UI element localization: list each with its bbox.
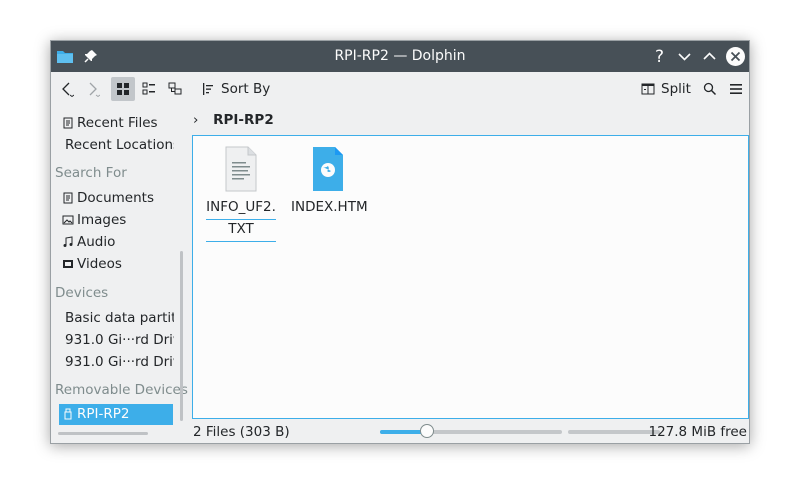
sidebar-item-hard-drive-2[interactable]: 931.0 Gi···rd Drive xyxy=(62,352,174,372)
search-button[interactable] xyxy=(699,77,721,101)
arrow-right-icon xyxy=(89,82,100,97)
back-button[interactable] xyxy=(56,77,78,101)
sidebar-item-basic-data-partition[interactable]: Basic data partition xyxy=(62,308,174,328)
sidebar-item-recent-files[interactable]: Recent Files xyxy=(62,113,158,133)
sort-icon xyxy=(203,83,213,95)
sidebar-vertical-scrollbar[interactable] xyxy=(180,251,183,421)
split-button[interactable]: Split xyxy=(641,77,693,101)
icons-view-icon xyxy=(117,83,129,95)
file-name-line2: TXT xyxy=(206,220,276,242)
sidebar-item-label: 931.0 Gi···rd Drive xyxy=(65,332,174,348)
compact-view-icon xyxy=(142,82,155,95)
usb-drive-icon xyxy=(64,408,72,420)
chevron-right-icon: › xyxy=(193,112,199,128)
sidebar-item-label: Recent Files xyxy=(77,115,158,131)
sidebar-item-label: 931.0 Gi···rd Drive xyxy=(65,354,174,370)
free-space-label: 127.8 MiB free xyxy=(648,424,747,440)
html-file-icon xyxy=(313,147,343,191)
sidebar-item-label: Recent Locations xyxy=(65,137,174,153)
title-bar[interactable]: RPI-RP2 — Dolphin ? xyxy=(51,41,749,72)
image-icon xyxy=(62,215,74,225)
text-file-icon xyxy=(225,146,257,192)
minimize-icon[interactable] xyxy=(673,45,696,68)
file-item-index-htm[interactable]: INDEX.HTM xyxy=(291,146,368,217)
compact-view-button[interactable] xyxy=(137,77,161,101)
split-view-icon xyxy=(641,83,655,95)
devices-header: Devices xyxy=(55,285,109,301)
sidebar-item-label: Images xyxy=(77,212,127,228)
close-icon[interactable] xyxy=(724,45,747,68)
icons-view-button[interactable] xyxy=(111,77,135,101)
menu-button[interactable] xyxy=(725,77,747,101)
split-label: Split xyxy=(661,81,691,97)
file-name-line1: INFO_UF2. xyxy=(206,198,276,220)
maximize-icon[interactable] xyxy=(698,45,721,68)
sort-by-button[interactable]: Sort By xyxy=(201,77,271,101)
zoom-slider-handle[interactable] xyxy=(420,424,435,438)
document-icon xyxy=(63,192,73,204)
search-for-header: Search For xyxy=(55,165,127,181)
breadcrumb[interactable]: › RPI-RP2 xyxy=(193,109,274,131)
sidebar-item-images[interactable]: Images xyxy=(62,210,126,230)
film-icon xyxy=(63,260,73,268)
sidebar-item-recent-locations[interactable]: Recent Locations xyxy=(62,135,174,155)
sidebar-item-label: Basic data partition xyxy=(65,310,174,326)
sidebar-item-label: Audio xyxy=(77,234,116,250)
music-note-icon xyxy=(63,236,73,247)
svg-text:?: ? xyxy=(655,47,664,67)
sidebar-item-videos[interactable]: Videos xyxy=(62,254,122,274)
status-bar: 2 Files (303 B) 127.8 MiB free xyxy=(51,421,749,443)
arrow-left-icon xyxy=(62,82,74,97)
hamburger-menu-icon xyxy=(730,84,742,94)
sidebar-item-label: Documents xyxy=(77,190,154,206)
sidebar-item-audio[interactable]: Audio xyxy=(62,232,115,252)
removable-devices-header: Removable Devices xyxy=(55,382,188,398)
breadcrumb-location[interactable]: RPI-RP2 xyxy=(213,112,274,128)
sidebar-item-hard-drive-1[interactable]: 931.0 Gi···rd Drive xyxy=(62,330,174,350)
main-toolbar: Sort By Split xyxy=(51,72,749,106)
zoom-slider[interactable] xyxy=(380,424,562,438)
search-icon xyxy=(703,82,717,96)
file-item-info-uf2[interactable]: INFO_UF2. TXT xyxy=(206,146,276,242)
file-view[interactable]: INFO_UF2. TXT INDEX.HTM xyxy=(192,135,749,419)
sidebar-item-label: Videos xyxy=(77,256,122,272)
dolphin-window: RPI-RP2 — Dolphin ? Sort By Split Recent… xyxy=(50,40,750,444)
forward-button[interactable] xyxy=(82,77,104,101)
disk-space-bar xyxy=(568,430,660,434)
details-view-button[interactable] xyxy=(163,77,187,101)
details-view-icon xyxy=(168,82,182,95)
sidebar-item-documents[interactable]: Documents xyxy=(62,188,154,208)
sort-by-label: Sort By xyxy=(221,81,271,97)
document-icon xyxy=(63,117,73,129)
status-summary: 2 Files (303 B) xyxy=(193,424,290,440)
help-icon[interactable]: ? xyxy=(648,45,671,68)
file-name: INDEX.HTM xyxy=(291,199,368,215)
window-title: RPI-RP2 — Dolphin xyxy=(334,48,466,64)
